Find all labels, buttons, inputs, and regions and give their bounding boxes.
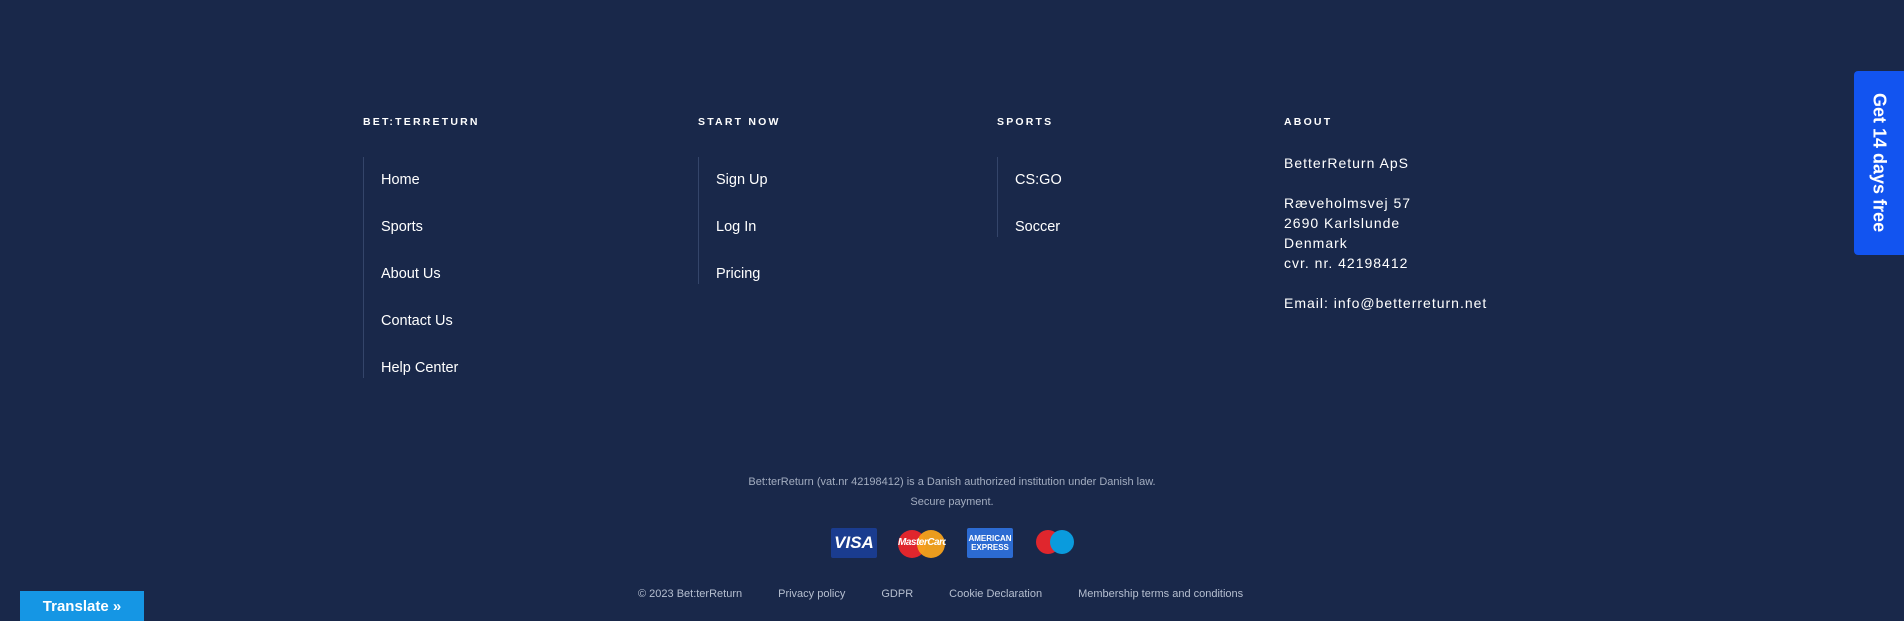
- footer-link-log-in[interactable]: Log In: [716, 217, 781, 237]
- address-street: Ræveholmsvej 57: [1284, 195, 1412, 211]
- company-name: BetterReturn ApS: [1284, 155, 1409, 171]
- footer-link-sign-up[interactable]: Sign Up: [716, 170, 781, 190]
- column-heading: START NOW: [698, 116, 781, 128]
- link-list: CS:GO Soccer: [997, 157, 1062, 237]
- membership-terms-link[interactable]: Membership terms and conditions: [1078, 588, 1243, 600]
- column-heading: SPORTS: [997, 116, 1054, 128]
- free-trial-label: Get 14 days free: [1869, 93, 1890, 233]
- footer-column-sports: SPORTS CS:GO Soccer: [997, 115, 1062, 249]
- footer-link-pricing[interactable]: Pricing: [716, 264, 781, 284]
- bottom-footer-links: © 2023 Bet:terReturn Privacy policy GDPR…: [638, 588, 1243, 600]
- maestro-icon: [1034, 528, 1074, 558]
- footer-link-soccer[interactable]: Soccer: [1015, 217, 1062, 237]
- american-express-icon: AMERICAN EXPRESS: [967, 528, 1013, 558]
- contact-email[interactable]: Email: info@betterreturn.net: [1284, 293, 1487, 313]
- footer-column-start-now: START NOW Sign Up Log In Pricing: [698, 115, 781, 296]
- mastercard-icon: MasterCard: [898, 528, 946, 558]
- visa-icon: VISA: [831, 528, 877, 558]
- secure-payment-text: Secure payment.: [910, 496, 994, 508]
- payment-methods: VISA MasterCard AMERICAN EXPRESS: [831, 528, 1074, 558]
- free-trial-tab[interactable]: Get 14 days free: [1854, 71, 1904, 255]
- footer-column-brand: BET:TERRETURN Home Sports About Us Conta…: [363, 115, 480, 390]
- privacy-policy-link[interactable]: Privacy policy: [778, 588, 845, 600]
- column-heading: BET:TERRETURN: [363, 116, 480, 128]
- footer-link-contact-us[interactable]: Contact Us: [381, 311, 480, 331]
- cookie-declaration-link[interactable]: Cookie Declaration: [949, 588, 1042, 600]
- gdpr-link[interactable]: GDPR: [881, 588, 913, 600]
- translate-button[interactable]: Translate »: [20, 591, 144, 621]
- link-list: Sign Up Log In Pricing: [698, 157, 781, 284]
- footer-link-csgo[interactable]: CS:GO: [1015, 170, 1062, 190]
- footer-link-help-center[interactable]: Help Center: [381, 358, 480, 378]
- address-country: Denmark: [1284, 235, 1348, 251]
- mastercard-label: MasterCard: [898, 537, 946, 548]
- column-heading: ABOUT: [1284, 116, 1333, 128]
- footer-link-sports[interactable]: Sports: [381, 217, 480, 237]
- footer-link-about-us[interactable]: About Us: [381, 264, 480, 284]
- footer-link-home[interactable]: Home: [381, 170, 480, 190]
- footer-column-about: ABOUT BetterReturn ApS Ræveholmsvej 57 2…: [1284, 115, 1487, 313]
- copyright-text: © 2023 Bet:terReturn: [638, 588, 743, 600]
- link-list: Home Sports About Us Contact Us Help Cen…: [363, 157, 480, 378]
- address-city: 2690 Karlslunde: [1284, 215, 1401, 231]
- cvr-number: cvr. nr. 42198412: [1284, 255, 1409, 271]
- legal-statement: Bet:terReturn (vat.nr 42198412) is a Dan…: [748, 476, 1156, 488]
- about-info: BetterReturn ApS Ræveholmsvej 57 2690 Ka…: [1284, 153, 1487, 313]
